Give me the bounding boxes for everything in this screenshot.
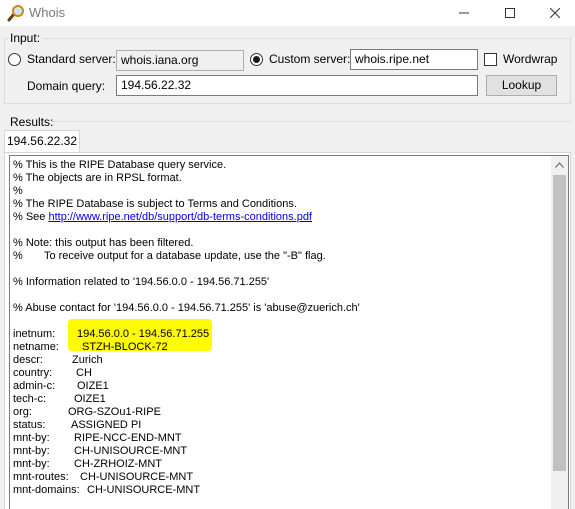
text-line: [13, 263, 548, 276]
text-line-with-link: % See http://www.ripe.net/db/support/db-…: [13, 211, 548, 224]
standard-server-label: Standard server:: [27, 52, 116, 66]
custom-server-label: Custom server:: [269, 52, 351, 66]
field-row-mnt-domains: mnt-domains: CH-UNISOURCE-MNT: [13, 484, 548, 497]
field-row-descr: descr: Zurich: [13, 354, 548, 367]
field-row-inetnum: inetnum: 194.56.0.0 - 194.56.71.255: [13, 328, 548, 341]
text-line: [13, 289, 548, 302]
standard-server-radio[interactable]: [8, 53, 21, 66]
field-row-org: org: ORG-SZOu1-RIPE: [13, 406, 548, 419]
field-value: ASSIGNED PI: [71, 419, 142, 431]
lookup-button[interactable]: Lookup: [486, 75, 557, 96]
field-key: mnt-by:: [13, 432, 50, 444]
field-value: CH-UNISOURCE-MNT: [80, 471, 194, 483]
field-row-country: country: CH: [13, 367, 548, 380]
wordwrap-label: Wordwrap: [503, 52, 558, 66]
text-line: %: [13, 185, 23, 197]
field-row-mnt-by: mnt-by: RIPE-NCC-END-MNT: [13, 432, 548, 445]
text-line: % Note: this output has been filtered.: [13, 237, 194, 249]
field-row-mnt-by: mnt-by: CH-UNISOURCE-MNT: [13, 445, 548, 458]
domain-query-input[interactable]: 194.56.22.32: [116, 75, 478, 96]
field-value: Zurich: [72, 354, 103, 366]
terms-link[interactable]: http://www.ripe.net/db/support/db-terms-…: [48, 211, 312, 223]
magnifier-icon: [7, 4, 25, 22]
text-line: % See: [13, 211, 49, 223]
standard-server-field[interactable]: whois.iana.org: [116, 50, 244, 71]
field-key: org:: [13, 406, 32, 418]
field-value: STZH-BLOCK-72: [82, 341, 168, 353]
field-key: tech-c:: [13, 393, 47, 405]
field-key: admin-c:: [13, 380, 56, 392]
results-text-area[interactable]: % This is the RIPE Database query servic…: [9, 155, 569, 509]
results-text: % This is the RIPE Database query servic…: [13, 159, 548, 497]
text-line: [13, 224, 548, 237]
text-line: % The RIPE Database is subject to Terms …: [13, 198, 297, 210]
field-row-admin-c: admin-c: OIZE1: [13, 380, 548, 393]
results-label: Results:: [8, 115, 56, 129]
results-divider: [52, 121, 571, 122]
field-row-mnt-by: mnt-by: CH-ZRHOIZ-MNT: [13, 458, 548, 471]
field-key: country:: [13, 367, 53, 379]
custom-server-radio[interactable]: [250, 53, 263, 66]
field-key: descr:: [13, 354, 43, 366]
domain-query-label: Domain query:: [27, 79, 106, 93]
field-key: mnt-by:: [13, 445, 50, 457]
field-key: mnt-by:: [13, 458, 50, 470]
input-group-label: Input:: [8, 31, 43, 45]
minimize-icon[interactable]: [441, 0, 487, 26]
wordwrap-checkbox[interactable]: [484, 53, 497, 66]
field-key: netname:: [13, 341, 59, 353]
tab-result[interactable]: 194.56.22.32: [4, 130, 80, 153]
field-value: OIZE1: [74, 393, 106, 405]
field-value: ORG-SZOu1-RIPE: [68, 406, 161, 418]
field-value: CH: [76, 367, 92, 379]
field-value: 194.56.0.0 - 194.56.71.255: [77, 328, 210, 340]
text-line: [13, 315, 548, 328]
text-line: % To receive output for a database updat…: [13, 250, 326, 262]
field-value: CH-UNISOURCE-MNT: [74, 445, 188, 457]
text-line: % Information related to '194.56.0.0 - 1…: [13, 276, 270, 288]
close-icon[interactable]: [532, 0, 575, 26]
field-row-tech-c: tech-c: OIZE1: [13, 393, 548, 406]
field-key: mnt-routes:: [13, 471, 69, 483]
text-line: % This is the RIPE Database query servic…: [13, 159, 227, 171]
field-key: inetnum:: [13, 328, 56, 340]
field-row-netname: netname: STZH-BLOCK-72: [13, 341, 548, 354]
field-value: OIZE1: [77, 380, 109, 392]
chevron-up-icon[interactable]: [551, 156, 568, 173]
field-key: status:: [13, 419, 46, 431]
field-value: CH-ZRHOIZ-MNT: [74, 458, 162, 470]
text-line: % The objects are in RPSL format.: [13, 172, 182, 184]
vertical-scrollbar[interactable]: [551, 156, 568, 509]
text-line: % Abuse contact for '194.56.0.0 - 194.56…: [13, 302, 360, 314]
field-row-status: status: ASSIGNED PI: [13, 419, 548, 432]
maximize-icon[interactable]: [487, 0, 533, 26]
custom-server-field[interactable]: whois.ripe.net: [350, 49, 478, 70]
scrollbar-thumb[interactable]: [553, 175, 566, 471]
field-row-mnt-routes: mnt-routes: CH-UNISOURCE-MNT: [13, 471, 548, 484]
title-bar: Whois: [0, 0, 575, 26]
field-key: mnt-domains:: [13, 484, 80, 496]
radio-selected-dot: [253, 56, 260, 63]
field-value: RIPE-NCC-END-MNT: [74, 432, 182, 444]
window-title: Whois: [29, 5, 66, 20]
field-value: CH-UNISOURCE-MNT: [87, 484, 201, 496]
